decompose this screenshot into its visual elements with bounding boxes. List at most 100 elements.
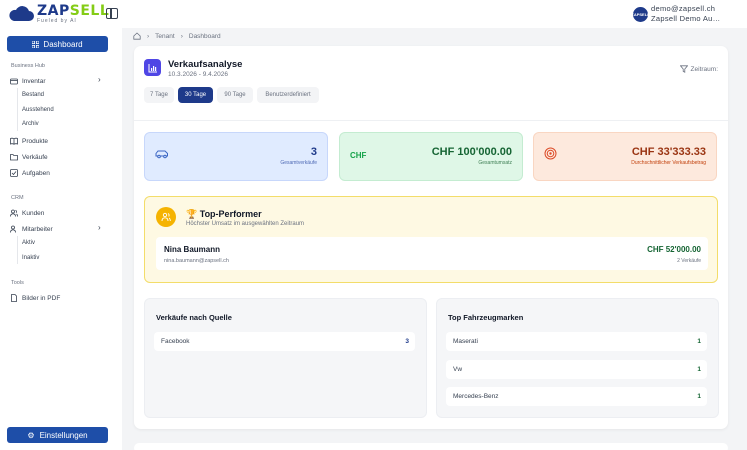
grid-icon xyxy=(32,40,40,48)
sidebar-item-mitarbeiter[interactable]: Mitarbeiter xyxy=(10,224,53,234)
dashboard-label: Dashboard xyxy=(43,39,83,49)
top-performer-card: 🏆 Top-Performer Höchster Umsatz im ausge… xyxy=(144,196,718,283)
sidebar-item-kunden[interactable]: Kunden xyxy=(10,208,44,218)
user-email: demo@zapsell.ch xyxy=(651,4,716,13)
sidebar-item-label: Produkte xyxy=(22,137,49,145)
next-card xyxy=(134,443,728,450)
sidebar-subitem-aktiv[interactable]: Aktiv xyxy=(22,240,35,246)
team-icon xyxy=(10,225,16,233)
sidebar-item-produkte[interactable]: Produkte xyxy=(10,136,48,146)
sidebar-item-label: Kunden xyxy=(22,209,45,217)
brand-name: ZAPSELL xyxy=(37,3,110,19)
users-icon xyxy=(10,209,18,217)
target-icon xyxy=(544,147,557,160)
users-icon xyxy=(156,207,176,227)
folder-icon xyxy=(10,154,18,161)
source-label: Facebook xyxy=(161,338,190,345)
currency-icon: CHF xyxy=(350,151,367,160)
trophy-icon: 🏆 xyxy=(186,209,198,219)
panel-title: Verkäufe nach Quelle xyxy=(156,313,232,322)
tab-90-days[interactable]: 90 Tage xyxy=(217,87,253,103)
tab-custom[interactable]: Benutzerdefiniert xyxy=(257,87,319,103)
stat-average-sale: CHF 33'333.33 Durchschnittlicher Verkauf… xyxy=(533,132,717,181)
list-item: Facebook 3 xyxy=(154,332,415,351)
filter-label: Zeitraum: xyxy=(690,65,718,73)
sales-by-source-panel: Verkäufe nach Quelle Facebook 3 xyxy=(144,298,427,418)
home-icon[interactable] xyxy=(133,32,141,40)
stat-label: Gesamtverkäufe xyxy=(280,160,317,166)
stat-label: Durchschnittlicher Verkaufsbetrag xyxy=(631,160,706,166)
panel-title: Top Fahrzeugmarken xyxy=(448,313,524,322)
brand-count: 1 xyxy=(697,393,701,400)
brand-label: Mercedes-Benz xyxy=(453,393,499,400)
stat-value: 3 xyxy=(310,146,317,158)
sidebar-item-label: Mitarbeiter xyxy=(22,225,53,233)
brand-count: 1 xyxy=(697,338,701,345)
cloud-logo-icon xyxy=(9,6,34,21)
box-icon xyxy=(10,78,18,85)
period-filter[interactable]: Zeitraum: xyxy=(679,65,718,73)
top-bar: ZAPSELL Fueled by AI ZAPSELL demo@zapsel… xyxy=(0,0,747,28)
section-business-hub: Business Hub xyxy=(11,63,45,69)
performer-email: nina.baumann@zapsell.ch xyxy=(164,258,229,264)
user-menu[interactable]: ZAPSELL demo@zapsell.ch Zapsell Demo Aut… xyxy=(631,4,721,24)
sidebar-subitem-inaktiv[interactable]: Inaktiv xyxy=(22,255,39,261)
sidebar-subitem-archiv[interactable]: Archiv xyxy=(22,121,39,127)
divider xyxy=(134,120,728,121)
tab-7-days[interactable]: 7 Tage xyxy=(144,87,174,103)
tab-30-days[interactable]: 30 Tage xyxy=(178,87,213,103)
chevron-right-icon[interactable]: › xyxy=(98,223,101,232)
brand-logo[interactable]: ZAPSELL Fueled by AI xyxy=(7,4,109,24)
chevron-right-icon[interactable]: › xyxy=(98,75,101,84)
stat-value: CHF 33'333.33 xyxy=(631,146,706,158)
stat-total-revenue: CHF CHF 100'000.00 Gesamtumsatz xyxy=(339,132,523,181)
date-range: 10.3.2026 - 9.4.2026 xyxy=(168,71,228,78)
sidebar-item-label: Aufgaben xyxy=(22,169,50,177)
breadcrumb-tenant[interactable]: Tenant xyxy=(155,33,175,40)
settings-button[interactable]: ⚙ Einstellungen xyxy=(7,427,108,443)
brand-tagline: Fueled by AI xyxy=(37,18,77,24)
sidebar-item-bilder-pdf[interactable]: Bilder in PDF xyxy=(10,293,60,303)
stat-value: CHF 100'000.00 xyxy=(431,146,512,158)
sidebar-item-verkaeufe[interactable]: Verkäufe xyxy=(10,152,48,162)
dashboard-button[interactable]: Dashboard xyxy=(7,36,108,52)
page-title: Verkaufsanalyse xyxy=(168,59,243,70)
sidebar-subitem-ausstehend[interactable]: Ausstehend xyxy=(22,107,54,113)
car-icon xyxy=(155,150,168,159)
breadcrumb-current: Dashboard xyxy=(188,32,221,40)
sidebar-item-aufgaben[interactable]: Aufgaben xyxy=(10,168,50,178)
period-tabs: 7 Tage 30 Tage 90 Tage Benutzerdefiniert xyxy=(144,87,323,103)
breadcrumb: › Tenant › Dashboard xyxy=(133,32,221,40)
settings-label: Einstellungen xyxy=(39,430,88,440)
sidebar-subitem-bestand[interactable]: Bestand xyxy=(22,92,44,98)
top-performer-row[interactable]: Nina Baumann nina.baumann@zapsell.ch CHF… xyxy=(156,237,708,270)
chevron-right-icon: › xyxy=(180,32,183,40)
gear-icon: ⚙ xyxy=(27,430,35,440)
sidebar-toggle-icon[interactable] xyxy=(106,8,118,19)
analytics-card: Verkaufsanalyse 10.3.2026 - 9.4.2026 Zei… xyxy=(134,46,728,429)
submenu-rail xyxy=(17,236,18,264)
sidebar-item-label: Verkäufe xyxy=(22,153,48,161)
section-tools: Tools xyxy=(11,280,24,286)
performer-name: Nina Baumann xyxy=(164,245,221,254)
sidebar-item-label: Inventar xyxy=(22,77,46,85)
sidebar-item-label: Bilder in PDF xyxy=(22,294,61,302)
sidebar: Dashboard Business Hub Inventar › Bestan… xyxy=(0,28,122,450)
avatar: ZAPSELL xyxy=(631,6,650,22)
list-item: Mercedes-Benz 1 xyxy=(446,387,707,406)
filter-icon xyxy=(679,65,688,73)
user-company: Zapsell Demo Aut... xyxy=(651,14,721,23)
sidebar-item-inventar[interactable]: Inventar xyxy=(10,76,46,86)
file-icon xyxy=(11,294,17,302)
performer-sales-count: 2 Verkäufe xyxy=(677,258,701,264)
top-performer-subtitle: Höchster Umsatz im ausgewählten Zeitraum xyxy=(186,221,305,227)
list-item: Vw 1 xyxy=(446,360,707,379)
top-performer-title: 🏆 Top-Performer xyxy=(186,209,262,219)
brand-count: 1 xyxy=(697,366,701,373)
stat-label: Gesamtumsatz xyxy=(478,160,512,166)
submenu-rail xyxy=(17,88,18,131)
top-brands-panel: Top Fahrzeugmarken Maserati 1 Vw 1 Merce… xyxy=(436,298,719,418)
checkbox-icon xyxy=(10,169,18,177)
brand-label: Maserati xyxy=(453,338,478,345)
list-item: Maserati 1 xyxy=(446,332,707,351)
